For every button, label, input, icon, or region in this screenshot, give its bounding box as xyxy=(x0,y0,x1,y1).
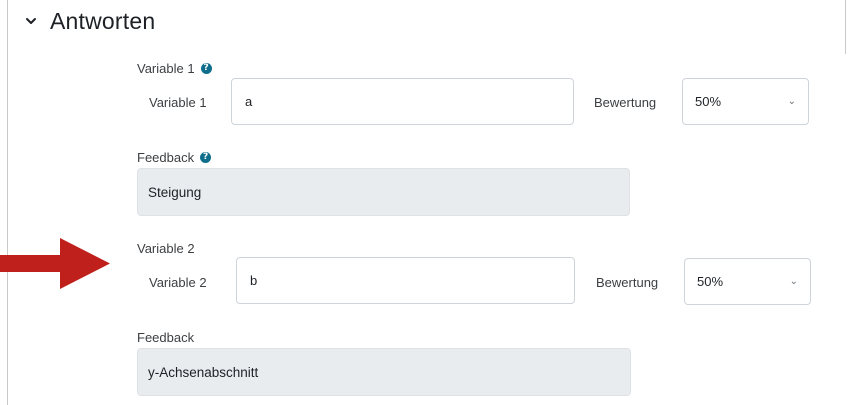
section-frame-right-border xyxy=(845,0,846,54)
answer-1-group-label-text: Variable 1 xyxy=(137,60,195,76)
answer-2-grade-value: 50% xyxy=(697,274,724,289)
help-icon[interactable]: ? xyxy=(200,62,212,74)
answer-1-grade-select[interactable]: 50% ⌄ xyxy=(682,78,809,125)
answer-2-feedback-value: y-Achsenabschnitt xyxy=(148,364,259,380)
answer-1-group-label: Variable 1 ? xyxy=(137,60,212,76)
annotation-arrow-icon xyxy=(0,238,110,289)
answer-1-feedback-label-text: Feedback xyxy=(137,149,195,165)
answer-1-feedback-label: Feedback ? xyxy=(137,149,212,165)
answer-1-grade-value: 50% xyxy=(695,94,722,109)
answer-2-feedback-label: Feedback xyxy=(137,329,195,345)
answer-1-grade-label: Bewertung xyxy=(594,94,657,110)
answer-1-field-label: Variable 1 xyxy=(149,94,207,110)
help-icon[interactable]: ? xyxy=(200,151,212,163)
answer-1-input-value: a xyxy=(245,94,253,109)
chevron-down-icon[interactable] xyxy=(22,12,40,30)
chevron-down-icon: ⌄ xyxy=(787,96,796,107)
answer-1-input[interactable]: a xyxy=(231,78,574,125)
answer-2-grade-label: Bewertung xyxy=(596,274,659,290)
section-frame-left-border xyxy=(7,0,8,405)
answer-2-input[interactable]: b xyxy=(236,257,575,304)
answer-2-group-label: Variable 2 xyxy=(137,240,195,256)
chevron-down-icon: ⌄ xyxy=(789,276,798,287)
answer-2-grade-select[interactable]: 50% ⌄ xyxy=(684,258,811,305)
answer-2-field-label: Variable 2 xyxy=(149,274,207,290)
answer-1-feedback-field[interactable]: Steigung xyxy=(137,168,630,216)
answer-2-feedback-field[interactable]: y-Achsenabschnitt xyxy=(137,348,631,396)
answer-1-feedback-value: Steigung xyxy=(148,184,202,200)
answer-2-input-value: b xyxy=(250,273,258,288)
section-header-antworten[interactable]: Antworten xyxy=(22,4,155,38)
section-title: Antworten xyxy=(50,7,156,34)
